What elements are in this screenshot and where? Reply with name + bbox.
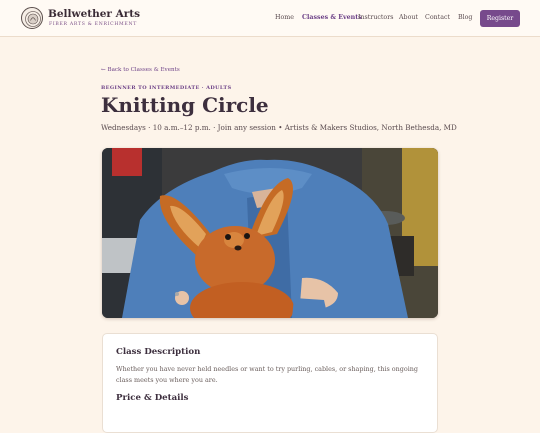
nav-about[interactable]: About bbox=[399, 14, 418, 21]
class-description-text: Whether you have never held needles or w… bbox=[116, 365, 418, 384]
nav-classes-events[interactable]: Classes & Events bbox=[302, 14, 362, 21]
register-button[interactable]: Register bbox=[480, 10, 520, 27]
hero-photo-knitted-toy bbox=[102, 148, 438, 318]
site-header: Bellwether Arts FIBER ARTS & ENRICHMENT … bbox=[0, 0, 540, 37]
audience-level-label: BEGINNER TO INTERMEDIATE · ADULTS bbox=[101, 85, 232, 91]
class-description-heading: Class Description bbox=[116, 347, 201, 357]
page-title: Knitting Circle bbox=[101, 93, 269, 117]
brand-name[interactable]: Bellwether Arts bbox=[48, 8, 140, 20]
back-to-classes-link[interactable]: ← Back to Classes & Events bbox=[101, 67, 180, 73]
nav-instructors[interactable]: Instructors bbox=[358, 14, 393, 21]
nav-home[interactable]: Home bbox=[275, 14, 294, 21]
class-details-card: Class Description Whether you have never… bbox=[102, 333, 438, 433]
price-details-heading: Price & Details bbox=[116, 393, 189, 403]
nav-blog[interactable]: Blog bbox=[458, 14, 472, 21]
nav-contact[interactable]: Contact bbox=[425, 14, 450, 21]
logo-seal-icon[interactable] bbox=[21, 7, 43, 29]
brand-tagline: FIBER ARTS & ENRICHMENT bbox=[49, 22, 137, 27]
class-schedule-location: Wednesdays · 10 a.m.–12 p.m. · Join any … bbox=[101, 123, 457, 132]
